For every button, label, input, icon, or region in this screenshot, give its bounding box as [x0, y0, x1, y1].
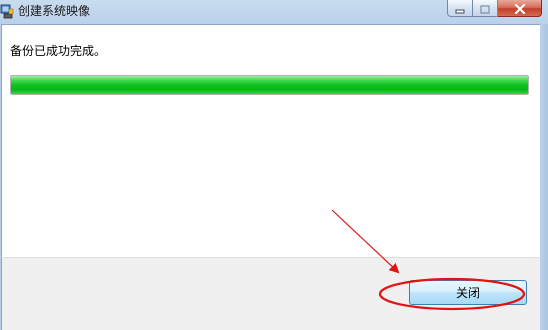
maximize-button[interactable] [473, 0, 498, 17]
progress-bar [10, 75, 529, 95]
status-message: 备份已成功完成。 [10, 44, 107, 58]
progress-fill [11, 76, 528, 94]
minimize-button[interactable] [447, 0, 473, 17]
window-title: 创建系统映像 [18, 4, 91, 18]
title-bar[interactable]: 创建系统映像 [0, 0, 548, 24]
close-window-button[interactable] [498, 0, 542, 17]
backup-icon [0, 3, 14, 19]
minimize-icon [455, 0, 465, 18]
close-button[interactable]: 关闭 [409, 280, 527, 305]
caption-buttons [447, 0, 542, 18]
content-pane: 备份已成功完成。 [1, 24, 541, 257]
window-frame-right [540, 24, 548, 330]
dialog-window: 创建系统映像 备份已成功完成。 关闭 [0, 0, 548, 330]
close-icon [514, 0, 526, 18]
maximize-icon [480, 0, 490, 18]
